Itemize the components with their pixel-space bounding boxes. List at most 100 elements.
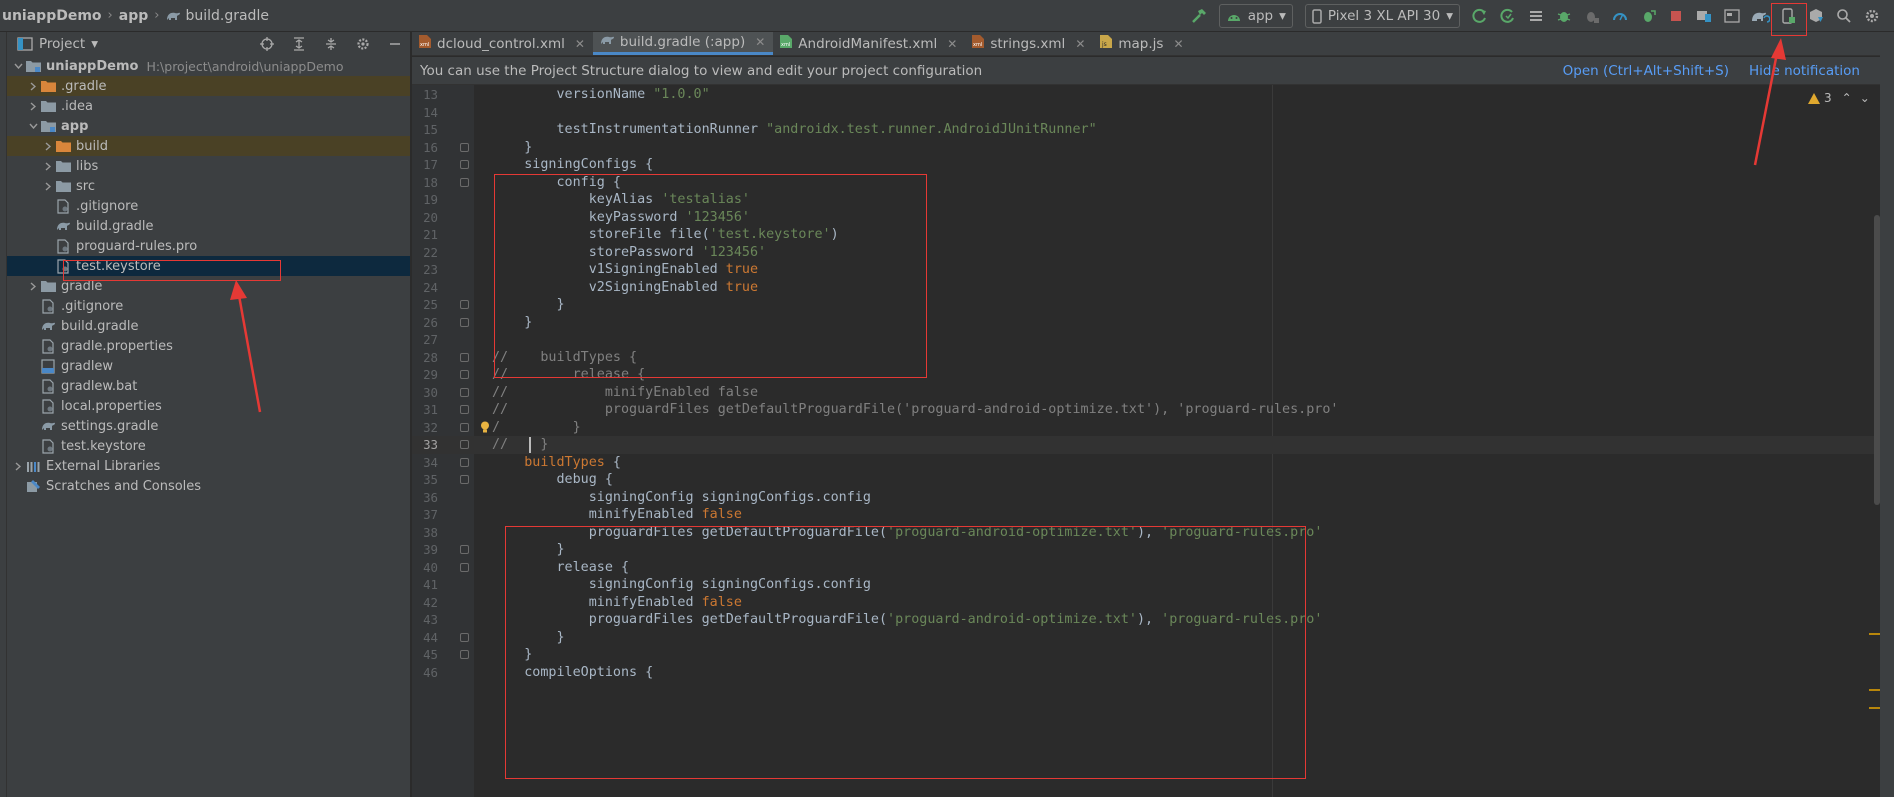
tree-item[interactable]: build — [7, 136, 410, 156]
select-opened-file-icon[interactable] — [256, 33, 278, 55]
inspection-widget[interactable]: 3 ⌃ ⌄ — [1808, 91, 1870, 105]
tree-item[interactable]: External Libraries — [7, 456, 410, 476]
tree-item[interactable]: local.properties — [7, 396, 410, 416]
chevron-right-icon[interactable] — [41, 156, 55, 176]
stop-icon[interactable] — [1664, 4, 1688, 28]
chevron-down-icon[interactable] — [11, 56, 25, 76]
editor-tab[interactable]: xml AndroidManifest.xml ✕ — [773, 32, 965, 55]
apply-changes-restart-icon[interactable] — [1468, 4, 1492, 28]
editor-tab[interactable]: js map.js ✕ — [1093, 32, 1191, 55]
fold-marker-icon[interactable] — [460, 632, 469, 642]
fold-marker-icon[interactable] — [460, 440, 469, 449]
editor-tab[interactable]: build.gradle (:app) ✕ — [592, 32, 774, 55]
fold-marker-icon[interactable] — [460, 370, 469, 379]
close-icon[interactable]: ✕ — [947, 37, 957, 51]
editor-tab[interactable]: xml strings.xml ✕ — [965, 32, 1093, 55]
editor-tab[interactable]: xml dcloud_control.xml ✕ — [412, 32, 593, 55]
code-token: // minifyEnabled false — [492, 384, 759, 400]
chevron-right-icon[interactable] — [11, 456, 25, 476]
intention-bulb-icon[interactable] — [480, 421, 490, 433]
error-stripe-marker[interactable] — [1869, 633, 1880, 635]
folder-orange-icon — [40, 78, 56, 94]
chevron-right-icon[interactable] — [26, 76, 40, 96]
fold-marker-icon[interactable] — [460, 405, 469, 414]
tree-item[interactable]: test.keystore — [7, 436, 410, 456]
error-stripe-marker[interactable] — [1869, 707, 1880, 709]
line-number: 45 — [423, 647, 438, 662]
layout-inspector-icon[interactable] — [1720, 4, 1744, 28]
fold-marker-icon[interactable] — [460, 160, 469, 169]
chevron-right-icon[interactable] — [26, 276, 40, 296]
chevron-down-icon[interactable]: ▾ — [91, 36, 98, 52]
tree-item[interactable]: .gitignore — [7, 296, 410, 316]
attach-process-bug-icon[interactable] — [1636, 4, 1660, 28]
tree-item[interactable]: .gitignore — [7, 196, 410, 216]
close-icon[interactable]: ✕ — [1075, 37, 1085, 51]
chevron-down-icon[interactable]: ⌄ — [1860, 91, 1870, 105]
panel-settings-gear-icon[interactable] — [352, 33, 374, 55]
attach-debugger-icon[interactable] — [1580, 4, 1604, 28]
sdk-manager-icon[interactable] — [1804, 4, 1828, 28]
line-number: 31 — [423, 402, 438, 417]
left-tool-window-stripe[interactable] — [0, 32, 7, 797]
chevron-right-icon[interactable] — [26, 96, 40, 116]
code-token: false — [701, 507, 742, 522]
error-stripe-marker[interactable] — [1869, 689, 1880, 691]
open-project-structure-link[interactable]: Open (Ctrl+Alt+Shift+S) — [1563, 63, 1729, 79]
device-dropdown[interactable]: Pixel 3 XL API 30 ▾ — [1304, 4, 1460, 28]
chevron-right-icon[interactable] — [41, 136, 55, 156]
chevron-down-icon[interactable] — [26, 116, 40, 136]
close-icon[interactable]: ✕ — [575, 37, 585, 51]
fold-marker-icon[interactable] — [460, 352, 469, 362]
tree-item[interactable]: gradle.properties — [7, 336, 410, 356]
tree-item[interactable]: Scratches and Consoles — [7, 476, 410, 496]
chevron-up-icon[interactable]: ⌃ — [1842, 91, 1852, 105]
debug-bug-icon[interactable] — [1552, 4, 1576, 28]
breadcrumb-module[interactable]: app — [119, 8, 149, 24]
tree-item[interactable]: build.gradle — [7, 216, 410, 236]
tree-item[interactable]: gradlew.bat — [7, 376, 410, 396]
collapse-all-icon[interactable] — [320, 33, 342, 55]
tree-item[interactable]: src — [7, 176, 410, 196]
tree-item[interactable]: app — [7, 116, 410, 136]
fold-marker-icon[interactable] — [460, 545, 469, 554]
settings-gear-icon[interactable] — [1860, 4, 1884, 28]
sync-project-gradle-icon[interactable] — [1748, 4, 1772, 28]
chevron-right-icon[interactable] — [41, 176, 55, 196]
tree-item[interactable]: gradlew — [7, 356, 410, 376]
logcat-list-icon[interactable] — [1524, 4, 1548, 28]
fold-marker-icon[interactable] — [460, 177, 469, 187]
tree-item[interactable]: uniappDemo H:\project\android\uniappDemo — [7, 56, 410, 76]
expand-all-icon[interactable] — [288, 33, 310, 55]
fold-marker-icon[interactable] — [460, 300, 469, 309]
tree-item[interactable]: .idea — [7, 96, 410, 116]
profiler-gauge-icon[interactable] — [1608, 4, 1632, 28]
fold-marker-icon[interactable] — [460, 562, 469, 572]
tree-item[interactable]: libs — [7, 156, 410, 176]
close-icon[interactable]: ✕ — [1173, 37, 1183, 51]
hide-panel-minus-icon[interactable] — [384, 33, 406, 55]
fold-marker-icon[interactable] — [460, 317, 469, 327]
fold-marker-icon[interactable] — [460, 387, 469, 397]
build-hammer-icon[interactable] — [1187, 4, 1211, 28]
breadcrumb-project[interactable]: uniappDemo — [2, 8, 102, 24]
apply-code-changes-icon[interactable] — [1496, 4, 1520, 28]
fold-marker-icon[interactable] — [460, 422, 469, 432]
right-tool-window-stripe[interactable] — [1880, 32, 1894, 797]
project-view-selector[interactable]: Project — [39, 36, 85, 52]
fold-marker-icon[interactable] — [460, 457, 469, 467]
tree-item[interactable]: proguard-rules.pro — [7, 236, 410, 256]
run-configuration-dropdown[interactable]: app ▾ — [1218, 4, 1293, 28]
breadcrumb-file[interactable]: build.gradle — [165, 8, 269, 24]
editor-tab-label: strings.xml — [990, 35, 1066, 52]
fold-marker-icon[interactable] — [460, 142, 469, 152]
fold-marker-icon[interactable] — [460, 650, 469, 659]
tree-item[interactable]: build.gradle — [7, 316, 410, 336]
search-icon[interactable] — [1832, 4, 1856, 28]
device-manager-icon[interactable] — [1692, 4, 1716, 28]
tree-item[interactable]: settings.gradle — [7, 416, 410, 436]
close-icon[interactable]: ✕ — [755, 35, 765, 49]
tree-item[interactable]: .gradle — [7, 76, 410, 96]
fold-marker-icon[interactable] — [460, 475, 469, 484]
hide-notification-link[interactable]: Hide notification — [1749, 63, 1860, 79]
